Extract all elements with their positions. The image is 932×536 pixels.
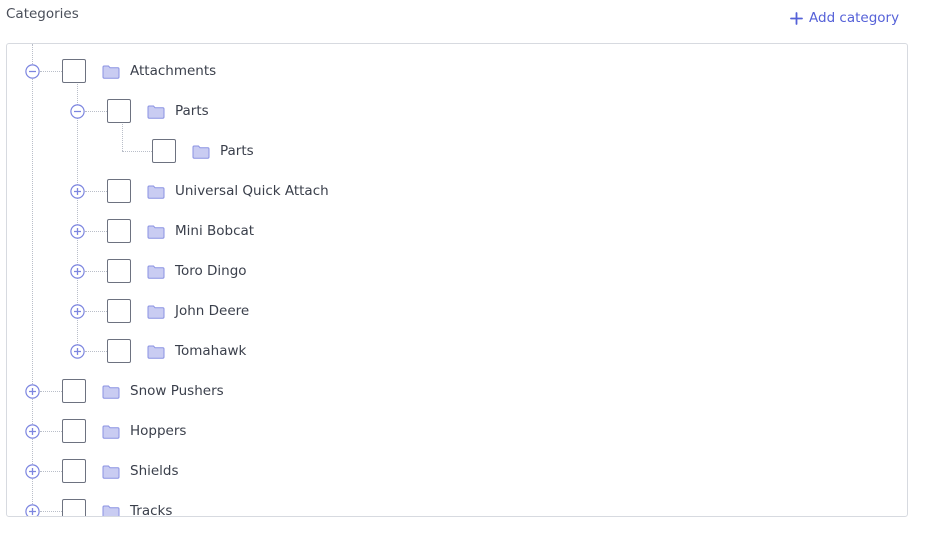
category-checkbox[interactable] bbox=[107, 339, 131, 363]
category-label-tracks[interactable]: Tracks bbox=[130, 503, 172, 516]
plus-circle-icon[interactable] bbox=[69, 223, 85, 239]
category-checkbox[interactable] bbox=[62, 459, 86, 483]
plus-icon bbox=[790, 11, 803, 25]
plus-circle-icon[interactable] bbox=[69, 303, 85, 319]
tree-connector bbox=[85, 351, 107, 352]
plus-circle-icon[interactable] bbox=[24, 503, 40, 516]
plus-circle-icon[interactable] bbox=[24, 423, 40, 439]
category-label-toro-dingo[interactable]: Toro Dingo bbox=[175, 263, 247, 279]
category-label-parts[interactable]: Parts bbox=[220, 143, 254, 159]
category-tree: Attachments Parts Parts Universal Quick Att… bbox=[6, 43, 908, 517]
category-label-mini-bobcat[interactable]: Mini Bobcat bbox=[175, 223, 254, 239]
tree-guide-level-2 bbox=[122, 119, 123, 151]
category-checkbox[interactable] bbox=[62, 379, 86, 403]
folder-icon bbox=[102, 505, 120, 516]
folder-icon bbox=[147, 185, 165, 199]
folder-icon bbox=[102, 465, 120, 479]
category-checkbox[interactable] bbox=[152, 139, 176, 163]
minus-circle-icon[interactable] bbox=[24, 63, 40, 79]
category-checkbox[interactable] bbox=[107, 299, 131, 323]
category-label-parts[interactable]: Parts bbox=[175, 103, 209, 119]
add-category-label: Add category bbox=[809, 10, 900, 26]
categories-heading: Categories bbox=[6, 6, 79, 22]
minus-circle-icon[interactable] bbox=[69, 103, 85, 119]
category-label-tomahawk[interactable]: Tomahawk bbox=[175, 343, 246, 359]
plus-circle-icon[interactable] bbox=[24, 463, 40, 479]
plus-circle-icon[interactable] bbox=[69, 343, 85, 359]
tree-connector bbox=[85, 111, 107, 112]
category-checkbox[interactable] bbox=[62, 499, 86, 516]
folder-icon bbox=[192, 145, 210, 159]
category-checkbox[interactable] bbox=[107, 259, 131, 283]
folder-icon bbox=[102, 385, 120, 399]
category-checkbox[interactable] bbox=[62, 59, 86, 83]
category-label-hoppers[interactable]: Hoppers bbox=[130, 423, 186, 439]
category-label-universal-quick-attach[interactable]: Universal Quick Attach bbox=[175, 183, 329, 199]
category-label-john-deere[interactable]: John Deere bbox=[175, 303, 249, 319]
folder-icon bbox=[147, 305, 165, 319]
category-checkbox[interactable] bbox=[107, 179, 131, 203]
folder-icon bbox=[147, 105, 165, 119]
folder-icon bbox=[147, 265, 165, 279]
tree-connector bbox=[85, 311, 107, 312]
tree-connector bbox=[40, 511, 62, 512]
folder-icon bbox=[102, 65, 120, 79]
folder-icon bbox=[147, 225, 165, 239]
tree-guide-root bbox=[32, 44, 33, 516]
category-checkbox[interactable] bbox=[62, 419, 86, 443]
plus-circle-icon[interactable] bbox=[24, 383, 40, 399]
plus-circle-icon[interactable] bbox=[69, 183, 85, 199]
category-label-attachments[interactable]: Attachments bbox=[130, 63, 216, 79]
tree-connector bbox=[40, 471, 62, 472]
add-category-button[interactable]: Add category bbox=[790, 10, 899, 26]
tree-connector bbox=[85, 191, 107, 192]
folder-icon bbox=[147, 345, 165, 359]
tree-connector bbox=[40, 71, 62, 72]
tree-connector bbox=[40, 431, 62, 432]
category-label-shields[interactable]: Shields bbox=[130, 463, 179, 479]
tree-connector bbox=[40, 391, 62, 392]
tree-connector bbox=[85, 231, 107, 232]
tree-connector bbox=[85, 271, 107, 272]
folder-icon bbox=[102, 425, 120, 439]
category-checkbox[interactable] bbox=[107, 99, 131, 123]
category-label-snow-pushers[interactable]: Snow Pushers bbox=[130, 383, 224, 399]
tree-connector bbox=[122, 151, 152, 152]
plus-circle-icon[interactable] bbox=[69, 263, 85, 279]
category-checkbox[interactable] bbox=[107, 219, 131, 243]
